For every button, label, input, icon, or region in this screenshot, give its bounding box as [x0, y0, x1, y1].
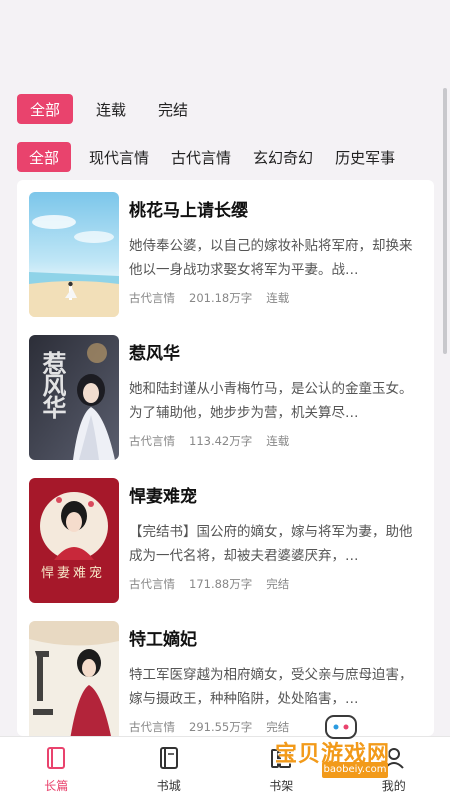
book-genre: 古代言情: [129, 577, 175, 591]
watermark-url: baobeiy.com: [322, 762, 388, 778]
book-title[interactable]: 悍妻难宠: [129, 486, 419, 508]
book-title[interactable]: 惹风华: [129, 343, 419, 365]
book-word-count: 201.18万字: [189, 291, 253, 305]
book-status: 完结: [266, 720, 290, 734]
book-word-count: 291.55万字: [189, 720, 253, 734]
tab-label: 书城: [156, 779, 181, 793]
book-cover[interactable]: [29, 192, 119, 317]
genre-filter-ancient-romance[interactable]: 古代言情: [161, 142, 241, 172]
book-status: 完结: [266, 577, 290, 591]
book-list: 桃花马上请长缨 她侍奉公婆，以自己的嫁妆补贴将军府，却换来他以一身战功求娶女将军…: [17, 180, 434, 736]
genre-filter-row: 全部 现代言情 古代言情 玄幻奇幻 历史军事: [17, 142, 407, 172]
book-title[interactable]: 桃花马上请长缨: [129, 200, 419, 222]
status-filter-serializing[interactable]: 连载: [83, 94, 139, 124]
tab-label: 书架: [269, 779, 294, 793]
book-genre: 古代言情: [129, 291, 175, 305]
book-description: 她侍奉公婆，以自己的嫁妆补贴将军府，却换来他以一身战功求娶女将军为平妻。战…: [129, 238, 413, 278]
status-filter-completed[interactable]: 完结: [145, 94, 201, 124]
book-meta: 古代言情 113.42万字 连载: [129, 433, 419, 449]
tab-label: 长篇: [44, 779, 69, 793]
scrollbar[interactable]: [443, 88, 447, 354]
cover-title-text: 惹风华: [38, 351, 66, 417]
book-icon: [47, 747, 66, 769]
status-filter-all[interactable]: 全部: [17, 94, 74, 124]
book-meta: 古代言情 171.88万字 完结: [129, 576, 419, 592]
book-description: 她和陆封谨从小青梅竹马，是公认的金童玉女。为了辅助他，她步步为营，机关算尽…: [129, 381, 413, 421]
status-filter-row: 全部 连载 完结: [17, 94, 207, 124]
book-description: 特工军医穿越为相府嫡女，受父亲与庶母迫害，嫁与摄政王，种种陷阱，处处陷害，…: [129, 667, 413, 707]
book-item[interactable]: 桃花马上请长缨 她侍奉公婆，以自己的嫁妆补贴将军府，却换来他以一身战功求娶女将军…: [29, 192, 424, 317]
book-genre: 古代言情: [129, 434, 175, 448]
book-status: 连载: [266, 291, 290, 305]
tab-bookstore[interactable]: 书城: [113, 737, 226, 800]
book-meta: 古代言情 201.18万字 连载: [129, 290, 419, 306]
book-cover[interactable]: [29, 478, 119, 603]
genre-filter-all[interactable]: 全部: [17, 142, 72, 172]
book-description: 【完结书】国公府的嫡女，嫁与将军为妻，助他成为一代名将，却被夫君婆婆厌弃，…: [129, 524, 413, 564]
genre-filter-fantasy[interactable]: 玄幻奇幻: [243, 142, 323, 172]
book-word-count: 113.42万字: [189, 434, 253, 448]
book-item[interactable]: 惹风华 惹风华 她和陆封谨从小青梅竹马，是公认的金童玉女。为了辅助他，她步步为营…: [29, 335, 424, 460]
book-title[interactable]: 特工嫡妃: [129, 629, 419, 651]
cover-image-sky: [29, 192, 119, 317]
book-item[interactable]: 悍妻难宠 悍妻难宠 【完结书】国公府的嫡女，嫁与将军为妻，助他成为一代名将，却被…: [29, 478, 424, 603]
genre-filter-history-military[interactable]: 历史军事: [325, 142, 405, 172]
cover-title-text: 悍妻难宠: [41, 566, 106, 581]
genre-filter-modern-romance[interactable]: 现代言情: [79, 142, 159, 172]
book-genre: 古代言情: [129, 720, 175, 734]
book-cover[interactable]: [29, 621, 119, 736]
book-status: 连载: [266, 434, 290, 448]
tab-long-novels[interactable]: 长篇: [0, 737, 113, 800]
book-word-count: 171.88万字: [189, 577, 253, 591]
open-book-icon: [159, 747, 178, 769]
cover-image-light: [29, 621, 119, 736]
cover-image-red: [29, 478, 119, 603]
